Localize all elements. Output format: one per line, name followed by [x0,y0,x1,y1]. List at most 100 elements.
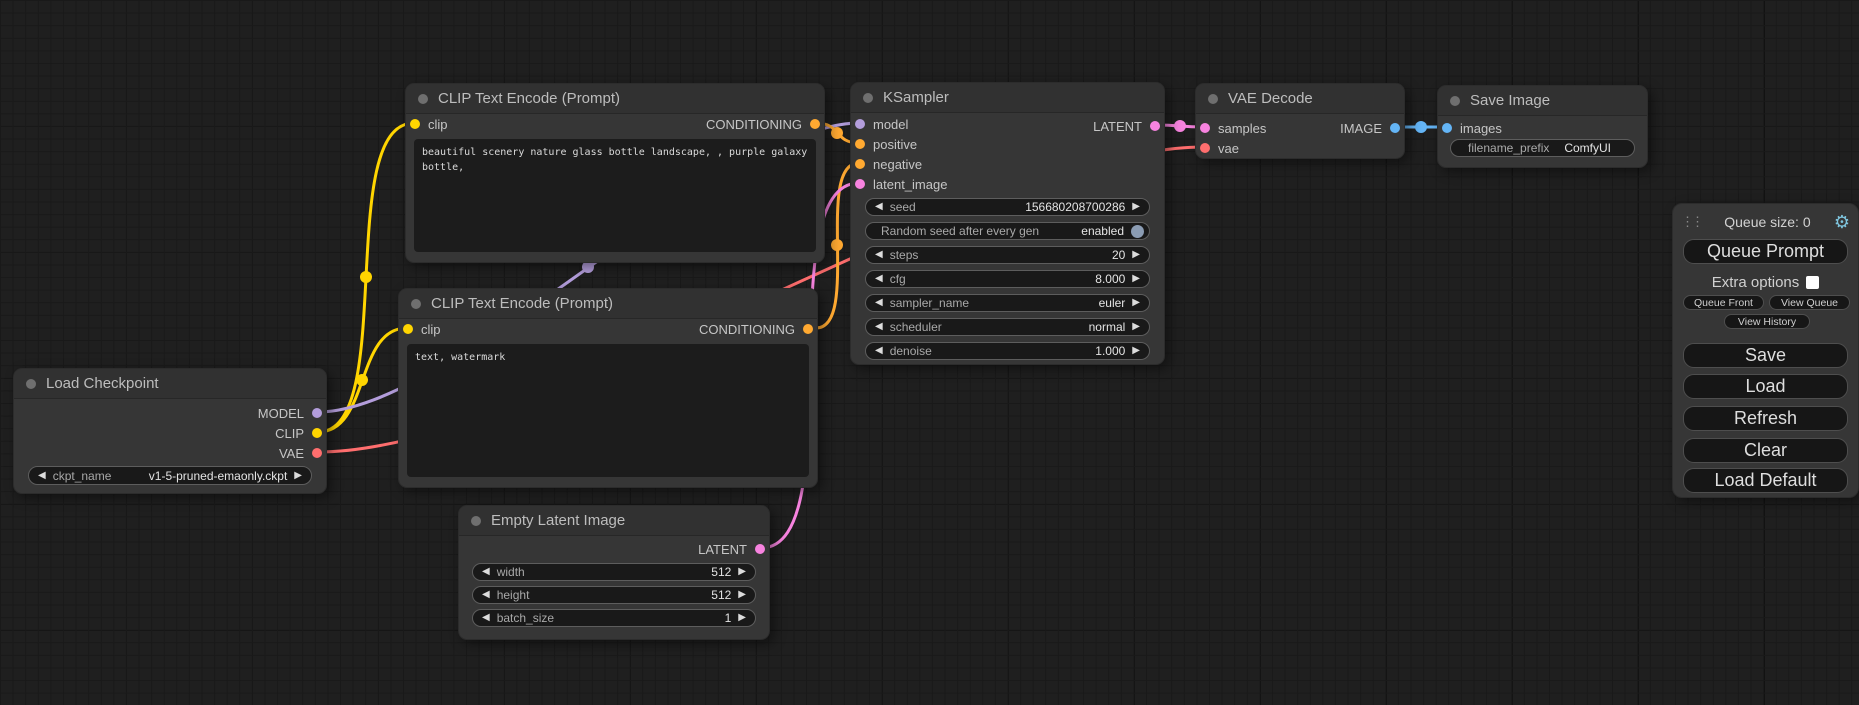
node-title-bar[interactable]: CLIP Text Encode (Prompt) [406,84,824,114]
decrement-arrow-icon[interactable]: ◀ [482,567,490,577]
widget-ckpt-name[interactable]: ◀ ckpt_name v1-5-pruned-emaonly.ckpt ▶ [28,466,312,485]
clip-port-icon[interactable] [410,119,420,129]
decrement-arrow-icon[interactable]: ◀ [875,250,883,260]
image-port-icon[interactable] [1442,123,1452,133]
latent-port-icon[interactable] [1200,123,1210,133]
view-history-button[interactable]: View History [1724,314,1810,329]
port-latent-output[interactable]: LATENT [698,541,765,557]
model-port-icon[interactable] [312,408,322,418]
conditioning-port-icon[interactable] [803,324,813,334]
clear-button[interactable]: Clear [1683,438,1848,463]
latent-port-icon[interactable] [755,544,765,554]
port-latent-image-input[interactable]: latent_image [855,176,947,192]
drag-handle-icon[interactable]: ⋮⋮ [1681,214,1701,230]
widget-seed[interactable]: ◀ seed 156680208700286 ▶ [865,198,1150,216]
collapse-dot-icon[interactable] [471,516,481,526]
node-clip-text-encode-negative[interactable]: CLIP Text Encode (Prompt) clip CONDITION… [398,288,818,488]
widget-height[interactable]: ◀ height 512 ▶ [472,586,756,604]
port-model-output[interactable]: MODEL [258,405,322,421]
load-default-button[interactable]: Load Default [1683,468,1848,493]
decrement-arrow-icon[interactable]: ◀ [482,590,490,600]
widget-cfg[interactable]: ◀ cfg 8.000 ▶ [865,270,1150,288]
node-clip-text-encode-positive[interactable]: CLIP Text Encode (Prompt) clip CONDITION… [405,83,825,263]
conditioning-port-icon[interactable] [810,119,820,129]
positive-prompt-textarea[interactable]: beautiful scenery nature glass bottle la… [414,139,816,252]
node-title-bar[interactable]: Load Checkpoint [14,369,326,399]
node-title-bar[interactable]: Save Image [1438,86,1647,116]
widget-batch-size[interactable]: ◀ batch_size 1 ▶ [472,609,756,627]
decrement-arrow-icon[interactable]: ◀ [875,298,883,308]
increment-arrow-icon[interactable]: ▶ [294,471,302,481]
widget-steps[interactable]: ◀ steps 20 ▶ [865,246,1150,264]
port-conditioning-output[interactable]: CONDITIONING [706,116,820,132]
refresh-button[interactable]: Refresh [1683,406,1848,431]
increment-arrow-icon[interactable]: ▶ [1132,274,1140,284]
collapse-dot-icon[interactable] [863,93,873,103]
random-seed-toggle-icon[interactable] [1131,225,1144,238]
decrement-arrow-icon[interactable]: ◀ [875,202,883,212]
widget-scheduler[interactable]: ◀ scheduler normal ▶ [865,318,1150,336]
increment-arrow-icon[interactable]: ▶ [738,567,746,577]
save-button[interactable]: Save [1683,343,1848,368]
node-load-checkpoint[interactable]: Load Checkpoint MODEL CLIP VAE ◀ ckpt_na… [13,368,327,494]
port-positive-input[interactable]: positive [855,136,917,152]
model-port-icon[interactable] [855,119,865,129]
port-negative-input[interactable]: negative [855,156,922,172]
node-vae-decode[interactable]: VAE Decode samples vae IMAGE [1195,83,1405,159]
decrement-arrow-icon[interactable]: ◀ [38,471,46,481]
view-queue-button[interactable]: View Queue [1769,295,1850,310]
collapse-dot-icon[interactable] [418,94,428,104]
conditioning-port-icon[interactable] [855,139,865,149]
clip-port-icon[interactable] [403,324,413,334]
queue-panel[interactable]: ⋮⋮ Queue size: 0 ⚙ Queue Prompt Extra op… [1672,203,1859,498]
conditioning-port-icon[interactable] [855,159,865,169]
collapse-dot-icon[interactable] [411,299,421,309]
decrement-arrow-icon[interactable]: ◀ [875,346,883,356]
decrement-arrow-icon[interactable]: ◀ [875,322,883,332]
port-clip-input[interactable]: clip [410,116,448,132]
widget-filename-prefix[interactable]: filename_prefix ComfyUI [1450,139,1635,157]
port-vae-output[interactable]: VAE [279,445,322,461]
queue-prompt-button[interactable]: Queue Prompt [1683,239,1848,264]
port-latent-output[interactable]: LATENT [1093,118,1160,134]
load-button[interactable]: Load [1683,374,1848,399]
image-port-icon[interactable] [1390,123,1400,133]
latent-port-icon[interactable] [855,179,865,189]
increment-arrow-icon[interactable]: ▶ [1132,202,1140,212]
collapse-dot-icon[interactable] [26,379,36,389]
decrement-arrow-icon[interactable]: ◀ [482,613,490,623]
node-ksampler[interactable]: KSampler model positive negative latent_… [850,82,1165,365]
port-samples-input[interactable]: samples [1200,120,1266,136]
node-title-bar[interactable]: CLIP Text Encode (Prompt) [399,289,817,319]
node-empty-latent-image[interactable]: Empty Latent Image LATENT ◀ width 512 ▶ … [458,505,770,640]
port-clip-input[interactable]: clip [403,321,441,337]
port-conditioning-output[interactable]: CONDITIONING [699,321,813,337]
latent-port-icon[interactable] [1150,121,1160,131]
node-save-image[interactable]: Save Image images filename_prefix ComfyU… [1437,85,1648,168]
widget-sampler-name[interactable]: ◀ sampler_name euler ▶ [865,294,1150,312]
port-images-input[interactable]: images [1442,120,1502,136]
increment-arrow-icon[interactable]: ▶ [738,590,746,600]
widget-random-seed[interactable]: Random seed after every gen enabled [865,222,1150,240]
negative-prompt-textarea[interactable]: text, watermark [407,344,809,477]
node-title-bar[interactable]: Empty Latent Image [459,506,769,536]
port-clip-output[interactable]: CLIP [275,425,322,441]
port-vae-input[interactable]: vae [1200,140,1239,156]
port-model-input[interactable]: model [855,116,908,132]
widget-width[interactable]: ◀ width 512 ▶ [472,563,756,581]
increment-arrow-icon[interactable]: ▶ [1132,250,1140,260]
clip-port-icon[interactable] [312,428,322,438]
node-title-bar[interactable]: KSampler [851,83,1164,113]
port-image-output[interactable]: IMAGE [1340,120,1400,136]
increment-arrow-icon[interactable]: ▶ [738,613,746,623]
increment-arrow-icon[interactable]: ▶ [1132,298,1140,308]
collapse-dot-icon[interactable] [1208,94,1218,104]
queue-front-button[interactable]: Queue Front [1683,295,1764,310]
collapse-dot-icon[interactable] [1450,96,1460,106]
settings-gear-icon[interactable]: ⚙ [1834,213,1850,231]
vae-port-icon[interactable] [1200,143,1210,153]
increment-arrow-icon[interactable]: ▶ [1132,322,1140,332]
node-title-bar[interactable]: VAE Decode [1196,84,1404,114]
extra-options-checkbox[interactable] [1806,276,1819,289]
decrement-arrow-icon[interactable]: ◀ [875,274,883,284]
